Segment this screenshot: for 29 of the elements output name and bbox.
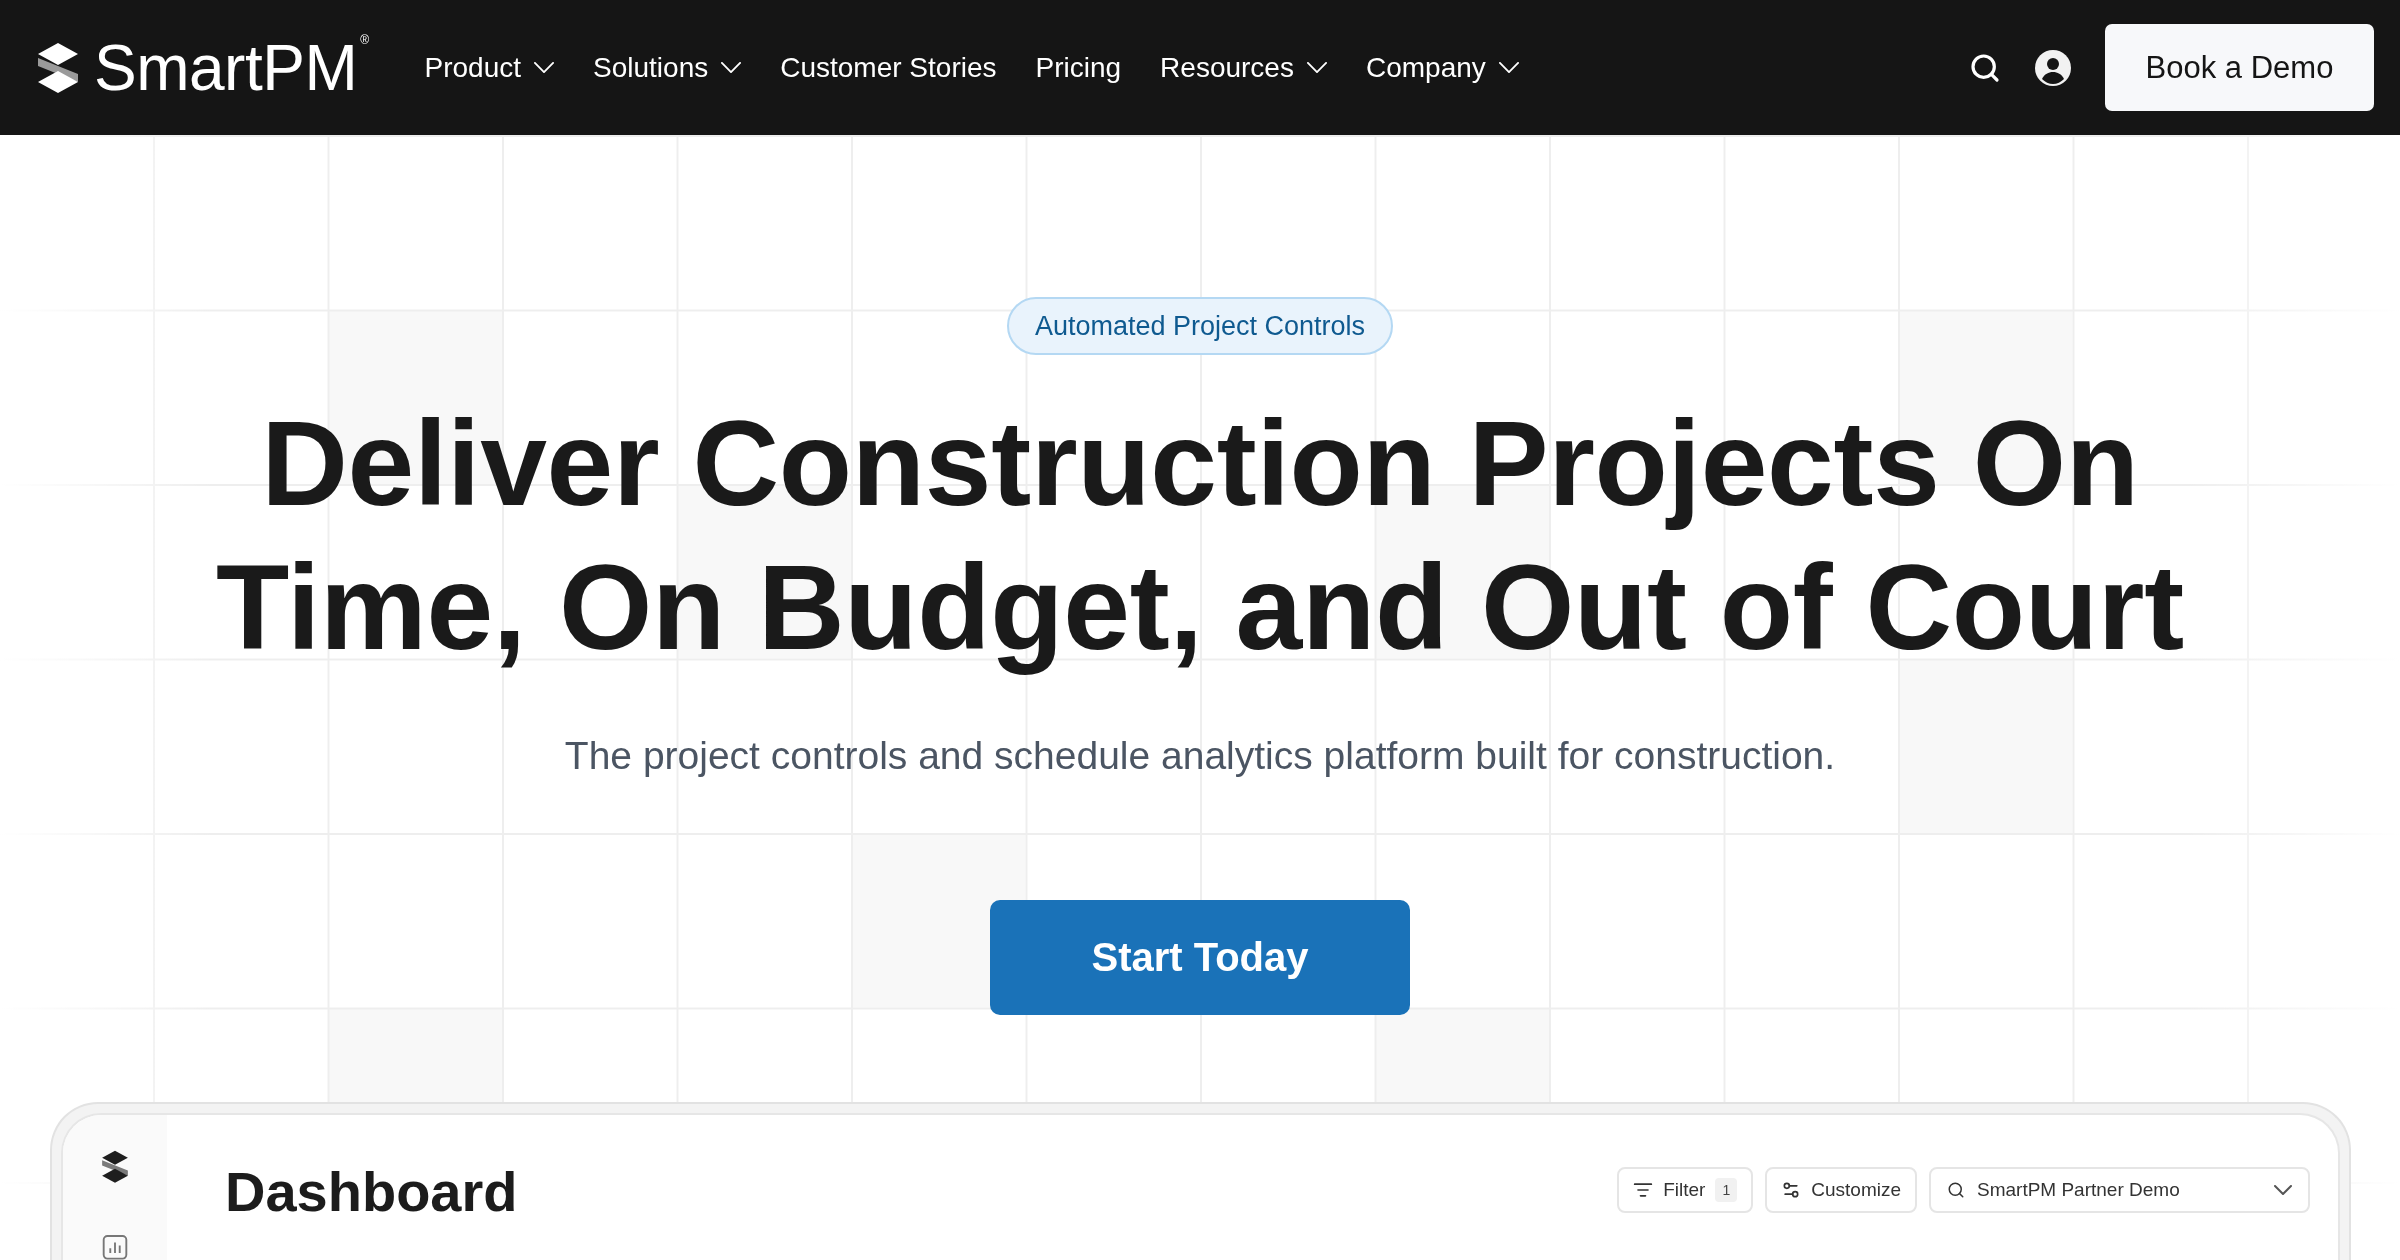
search-icon bbox=[1947, 1181, 1965, 1199]
logo-icon bbox=[100, 1150, 130, 1184]
filter-icon bbox=[1633, 1180, 1654, 1200]
chevron-down-icon bbox=[534, 62, 555, 73]
logo-icon bbox=[36, 41, 80, 94]
nav-dropdown[interactable]: Company bbox=[1365, 51, 1519, 84]
filter-button[interactable]: Filter 1 bbox=[1617, 1167, 1754, 1213]
chevron-down-icon bbox=[721, 62, 742, 73]
customize-button[interactable]: Customize bbox=[1765, 1167, 1917, 1213]
chevron-down-icon bbox=[1498, 62, 1519, 73]
nav-link[interactable]: Customer Stories bbox=[780, 51, 997, 84]
filter-count: 1 bbox=[1715, 1178, 1738, 1202]
chevron-down-icon bbox=[1306, 62, 1327, 73]
dashboard-title: Dashboard bbox=[225, 1159, 518, 1225]
project-select[interactable]: SmartPM Partner Demo bbox=[1929, 1167, 2310, 1213]
chevron-down-icon bbox=[2274, 1185, 2292, 1195]
logo-wordmark[interactable]: SmartPM$^{®}$ bbox=[94, 35, 369, 100]
nav-link[interactable]: Pricing bbox=[1035, 51, 1122, 84]
eyebrow-badge: Automated Project Controls bbox=[1006, 297, 1394, 355]
nav-dropdown[interactable]: Solutions bbox=[593, 51, 742, 84]
user-account-icon[interactable] bbox=[2035, 49, 2071, 86]
book-demo-button[interactable]: Book a Demo bbox=[2105, 24, 2374, 111]
nav-dropdown[interactable]: Resources bbox=[1160, 51, 1327, 84]
nav-dropdown[interactable]: Product bbox=[424, 51, 555, 84]
search-icon[interactable] bbox=[1969, 51, 2001, 84]
bar-chart-icon[interactable] bbox=[102, 1235, 128, 1260]
hero-subtitle: The project controls and schedule analytics platform built for construction. bbox=[564, 733, 1836, 779]
start-today-button[interactable]: Start Today bbox=[990, 900, 1410, 1015]
hero-heading: Deliver Construction Projects On Time, On Budget, and Out of Court bbox=[215, 395, 2185, 677]
